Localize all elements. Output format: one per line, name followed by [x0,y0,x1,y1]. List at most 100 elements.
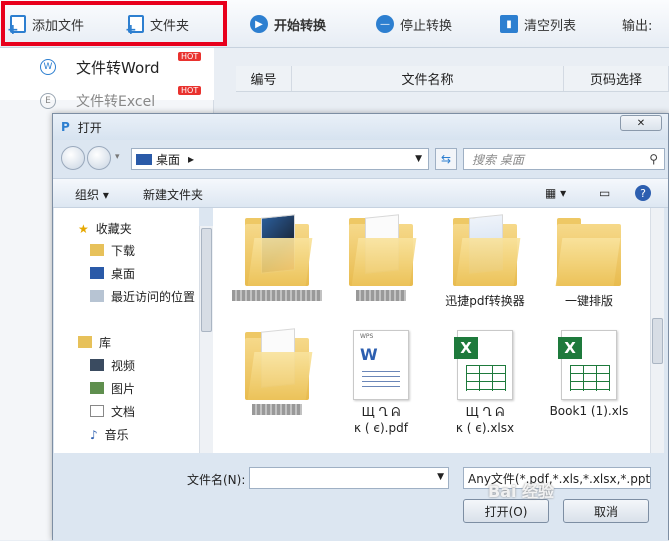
file-grid: 迅捷pdf转换器 一键排版 WPS W Щ Ղ ᕱ κ ( є).pdf X Щ… [213,208,656,453]
main-toolbar: 添加文件 文件夹 ▶ 开始转换 — 停止转换 ▮ 清空列表 输出: [0,0,669,48]
output-label: 输出: [622,18,653,34]
close-button[interactable]: ✕ [620,115,662,131]
highlight-box [1,1,227,46]
dialog-title: 打开 [77,120,102,135]
pictures-icon [90,382,104,394]
desktop-icon [136,153,152,165]
search-placeholder: 搜索 桌面 [472,152,524,167]
play-icon: ▶ [250,15,268,33]
redacted-filename [232,290,322,301]
dialog-footer: 文件名(N): ▼ Any文件(*.pdf,*.xls,*.xlsx,*.ppt… [53,453,668,541]
tree-item-pictures[interactable]: 图片 [90,378,135,398]
close-icon: ✕ [636,117,646,129]
files-scrollbar-thumb[interactable] [652,318,663,364]
navigation-bar: ▾ 桌面 ▸ ▼ ⇆ 搜索 桌面 ⚲ [53,144,668,174]
download-folder-icon [90,244,104,256]
preview-pane-icon[interactable]: ▭ [599,186,610,200]
folder-icon [245,328,313,400]
search-icon: ⚲ [649,152,658,166]
file-item-excel[interactable]: X Щ Ղ ᕱ κ ( є).xlsx [433,330,537,436]
tree-scrollbar-thumb[interactable] [201,228,212,332]
file-item-folder[interactable] [225,328,329,418]
file-item-folder[interactable]: 一键排版 [537,216,641,309]
file-name: Book1 (1).xls [549,404,629,418]
file-item-folder[interactable] [329,214,433,304]
refresh-button[interactable]: ⇆ [435,148,457,170]
clear-list-button[interactable]: ▮ 清空列表 [500,12,576,36]
file-item-folder[interactable]: 迅捷pdf转换器 [433,214,537,309]
documents-icon [90,405,104,417]
view-options-icon[interactable]: ▦ ▾ [545,186,566,200]
chevron-down-icon[interactable]: ▼ [437,472,444,482]
file-item-excel[interactable]: X Book1 (1).xls [537,330,641,418]
dialog-titlebar: P 打开 ✕ [53,114,668,140]
folder-icon [349,214,417,286]
excel-icon: E [40,93,56,109]
start-convert-button[interactable]: ▶ 开始转换 [250,12,326,36]
stop-convert-button[interactable]: — 停止转换 [376,12,452,36]
chevron-down-icon[interactable]: ▼ [415,154,422,164]
search-input[interactable]: 搜索 桌面 ⚲ [463,148,665,170]
command-bar: 组织 ▾ 新建文件夹 ▦ ▾ ▭ ? [53,178,668,208]
help-icon[interactable]: ? [635,185,651,201]
folder-icon [453,214,521,286]
files-scrollbar[interactable] [650,208,664,453]
open-button[interactable]: 打开(O) [463,499,549,523]
start-convert-label: 开始转换 [274,18,327,34]
desktop-icon [90,267,104,279]
star-icon: ★ [78,222,89,236]
file-name: Щ Ղ ᕱ κ ( є).pdf [354,405,408,435]
tree-item-videos[interactable]: 视频 [90,355,135,375]
address-text: 桌面 [156,152,181,167]
file-item-folder[interactable] [225,214,329,304]
tree-item-downloads[interactable]: 下载 [90,240,135,260]
tree-item-music[interactable]: ♪ 音乐 [90,424,129,444]
column-header-filename[interactable]: 文件名称 [292,66,564,91]
organize-menu[interactable]: 组织 ▾ [75,186,109,203]
navigation-tree: ★ 收藏夹 下载 桌面 最近访问的位置 库 视频 图片 文档 ♪ 音乐 [54,208,199,453]
new-folder-button[interactable]: 新建文件夹 [143,186,203,203]
baidu-watermark: Bai 经验 [488,482,555,501]
music-icon: ♪ [90,428,98,442]
hot-badge: HOT [178,52,202,61]
sidebar-item-label: 文件转Word [76,58,160,77]
library-icon [78,336,92,348]
tree-item-libraries[interactable]: 库 [78,332,111,352]
sidebar-item-to-word[interactable]: W 文件转Word HOT [0,52,214,80]
file-name: Щ Ղ ᕱ κ ( є).xlsx [455,405,515,435]
column-header-index[interactable]: 编号 [236,66,292,91]
file-list-header: 编号 文件名称 页码选择 [236,66,669,92]
tree-item-recent[interactable]: 最近访问的位置 [90,286,195,306]
redacted-filename [356,290,406,301]
filename-input[interactable]: ▼ [249,467,449,489]
app-logo-icon: P [61,120,70,134]
video-icon [90,359,104,371]
file-name: 迅捷pdf转换器 [445,294,525,308]
tree-item-documents[interactable]: 文档 [90,401,135,421]
word-document-icon: WPS W [353,330,409,400]
clear-list-label: 清空列表 [524,18,577,34]
stop-convert-label: 停止转换 [400,18,453,34]
forward-button[interactable] [87,146,111,170]
trash-icon: ▮ [500,15,518,33]
sidebar-item-label: 文件转Excel [76,94,156,110]
stop-icon: — [376,15,394,33]
word-icon: W [40,59,56,75]
file-item-word[interactable]: WPS W Щ Ղ ᕱ κ ( є).pdf [329,330,433,436]
tree-item-favorites[interactable]: ★ 收藏夹 [78,218,132,238]
tree-scrollbar[interactable] [199,226,213,453]
sidebar-item-to-excel[interactable]: E 文件转Excel HOT [0,86,214,114]
tree-item-desktop[interactable]: 桌面 [90,263,135,283]
open-file-dialog: P 打开 ✕ ▾ 桌面 ▸ ▼ ⇆ 搜索 桌面 ⚲ 组织 ▾ 新建文件夹 ▦ ▾… [52,113,669,541]
address-bar[interactable]: 桌面 ▸ ▼ [131,148,429,170]
chevron-right-icon: ▸ [188,152,195,166]
back-button[interactable] [61,146,85,170]
hot-badge: HOT [178,86,202,95]
redacted-filename [252,404,302,415]
history-dropdown-icon[interactable]: ▾ [115,152,120,162]
file-name: 一键排版 [564,294,613,308]
column-header-pages[interactable]: 页码选择 [564,66,669,91]
excel-document-icon: X [558,330,617,400]
cancel-button[interactable]: 取消 [563,499,649,523]
filename-label: 文件名(N): [187,473,246,487]
